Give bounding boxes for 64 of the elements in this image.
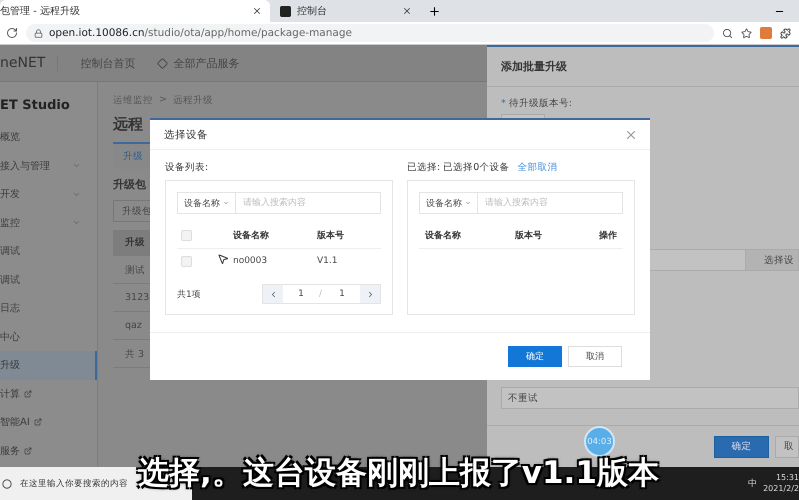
column-header: 版本号	[317, 229, 344, 242]
tab-favicon-icon	[280, 6, 291, 16]
zoom-icon[interactable]	[722, 28, 733, 38]
close-icon[interactable]	[402, 6, 412, 16]
address-bar[interactable]: open.iot.10086.cn/studio/ota/app/home/package-manage	[26, 24, 714, 42]
lock-icon	[34, 28, 43, 38]
clear-all-link[interactable]: 全部取消	[517, 160, 558, 174]
sidebar-item[interactable]: 开发	[0, 180, 97, 208]
checkbox[interactable]	[181, 256, 192, 266]
search-field[interactable]: 设备名称 请输入搜索内容	[419, 192, 623, 214]
studio-title: ET Studio	[0, 97, 71, 115]
total-count: 共1项	[177, 288, 201, 300]
new-tab-icon[interactable]	[428, 5, 441, 18]
table-cell: no0003	[233, 256, 268, 266]
sidebar-item[interactable]: 调试	[0, 266, 97, 294]
sidebar-item[interactable]: 日志	[0, 294, 97, 322]
bookmark-star-icon[interactable]	[741, 28, 752, 38]
caret-icon	[223, 199, 229, 207]
extensions-puzzle-icon[interactable]	[780, 28, 791, 38]
nav-link[interactable]: 控制台首页	[80, 56, 136, 70]
section-title: 升级包	[113, 177, 147, 192]
mouse-cursor-icon	[217, 253, 229, 265]
page-count: 1	[338, 288, 346, 301]
reload-icon[interactable]	[6, 27, 18, 39]
dialog-title: 选择设备	[164, 128, 208, 142]
browser-tab[interactable]: 包管理 - 远程升级	[0, 0, 270, 22]
search-field[interactable]: 设备名称 请输入搜索内容	[177, 192, 381, 214]
page-title: 远程	[113, 115, 144, 134]
table-cell: V1.1	[317, 256, 338, 266]
selected-count-label: 已选择: 已选择0个设备	[407, 160, 510, 174]
ime-indicator[interactable]: 中	[748, 477, 758, 490]
select-device-button[interactable]: 选择设	[745, 249, 799, 271]
sidebar-item[interactable]: 智能AI	[0, 408, 97, 436]
diamond-icon	[157, 58, 168, 68]
checkbox[interactable]	[181, 230, 192, 241]
sidebar-item[interactable]: 中心	[0, 322, 97, 351]
sidebar-item[interactable]: 监控	[0, 208, 97, 237]
drawer-title: 添加批量升级	[487, 47, 799, 87]
search-icon	[2, 478, 12, 488]
field-label: * 待升级版本号:	[500, 97, 573, 111]
breadcrumb-separator: >	[159, 94, 167, 107]
sidebar-item[interactable]: 服务	[0, 436, 97, 465]
sidebar-item[interactable]: 升级	[0, 351, 97, 380]
page-separator: /	[319, 288, 324, 301]
sidebar-item[interactable]: 接入与管理	[0, 152, 97, 180]
nav-link[interactable]: 全部产品服务	[157, 56, 240, 70]
cancel-button[interactable]: 取消	[568, 346, 622, 367]
url-text: open.iot.10086.cn/studio/ota/app/home/package-manage	[49, 27, 352, 39]
logo-text: neNET	[0, 55, 58, 71]
page-number: 1	[297, 288, 305, 301]
column-header: 操作	[599, 230, 618, 242]
sidebar-item[interactable]: 计算	[0, 380, 97, 408]
retry-select[interactable]: 不重试	[501, 387, 799, 409]
column-header: 设备名称	[233, 230, 269, 242]
caret-icon	[465, 199, 471, 207]
confirm-button[interactable]: 确定	[714, 436, 769, 458]
close-icon[interactable]	[252, 6, 262, 16]
column-header: 版本号	[515, 229, 542, 242]
confirm-button[interactable]: 确定	[508, 346, 562, 367]
sidebar-item[interactable]: 调试	[0, 237, 97, 266]
taskbar-clock[interactable]: 15:31 2021/2/2	[763, 473, 799, 494]
sidebar-item[interactable]: 概览	[0, 123, 97, 152]
cancel-button[interactable]: 取	[775, 436, 799, 458]
column-header: 设备名称	[424, 230, 461, 242]
